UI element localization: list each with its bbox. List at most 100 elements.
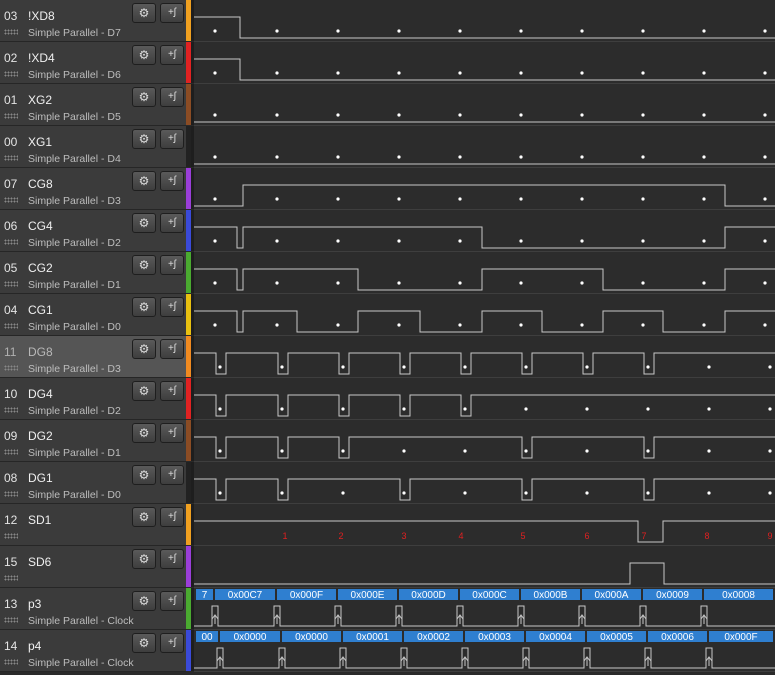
channel-label-panel[interactable]: 09 DG2 Simple Parallel - D1 ⚙ +ʃ [0, 420, 186, 462]
channel-name[interactable]: !XD8 [28, 9, 55, 23]
channel-label-panel[interactable]: 13 p3 Simple Parallel - Clock ⚙ +ʃ [0, 588, 186, 630]
channel-label-panel[interactable]: 14 p4 Simple Parallel - Clock ⚙ +ʃ [0, 630, 186, 672]
drag-handle-icon[interactable] [4, 533, 18, 539]
waveform-track[interactable] [194, 504, 775, 546]
channel-name[interactable]: CG4 [28, 219, 53, 233]
drag-handle-icon[interactable] [4, 323, 18, 329]
waveform-track[interactable] [194, 588, 775, 630]
channel-name[interactable]: XG1 [28, 135, 52, 149]
waveform-track[interactable] [194, 84, 775, 126]
gear-icon[interactable]: ⚙ [132, 381, 156, 401]
channel-name[interactable]: CG8 [28, 177, 53, 191]
channel-label-panel[interactable]: 02 !XD4 Simple Parallel - D6 ⚙ +ʃ [0, 42, 186, 84]
trigger-edge-icon[interactable]: +ʃ [160, 465, 184, 485]
drag-handle-icon[interactable] [4, 407, 18, 413]
gear-icon[interactable]: ⚙ [132, 255, 156, 275]
channel-label-panel[interactable]: 10 DG4 Simple Parallel - D2 ⚙ +ʃ [0, 378, 186, 420]
channel-name[interactable]: !XD4 [28, 51, 55, 65]
channel-label-panel[interactable]: 00 XG1 Simple Parallel - D4 ⚙ +ʃ [0, 126, 186, 168]
channel-name[interactable]: SD6 [28, 555, 51, 569]
channel-label-panel[interactable]: 11 DG8 Simple Parallel - D3 ⚙ +ʃ [0, 336, 186, 378]
gear-icon[interactable]: ⚙ [132, 339, 156, 359]
channel-name[interactable]: SD1 [28, 513, 51, 527]
channel-analyzer-label: Simple Parallel - D3 [28, 195, 121, 207]
channel-label-panel[interactable]: 08 DG1 Simple Parallel - D0 ⚙ +ʃ [0, 462, 186, 504]
trigger-edge-icon[interactable]: +ʃ [160, 549, 184, 569]
trigger-edge-icon[interactable]: +ʃ [160, 213, 184, 233]
channel-label-panel[interactable]: 07 CG8 Simple Parallel - D3 ⚙ +ʃ [0, 168, 186, 210]
drag-handle-icon[interactable] [4, 239, 18, 245]
trigger-edge-icon[interactable]: +ʃ [160, 129, 184, 149]
waveform-track[interactable] [194, 462, 775, 504]
trigger-edge-icon[interactable]: +ʃ [160, 171, 184, 191]
drag-handle-icon[interactable] [4, 575, 18, 581]
channel-label-panel[interactable]: 06 CG4 Simple Parallel - D2 ⚙ +ʃ [0, 210, 186, 252]
drag-handle-icon[interactable] [4, 659, 18, 665]
gear-icon[interactable]: ⚙ [132, 297, 156, 317]
waveform-track[interactable] [194, 168, 775, 210]
channel-name[interactable]: CG2 [28, 261, 53, 275]
waveform-track[interactable] [194, 42, 775, 84]
trigger-edge-icon[interactable]: +ʃ [160, 633, 184, 653]
drag-handle-icon[interactable] [4, 617, 18, 623]
channel-name[interactable]: CG1 [28, 303, 53, 317]
trigger-edge-icon[interactable]: +ʃ [160, 87, 184, 107]
gear-icon[interactable]: ⚙ [132, 129, 156, 149]
waveform-track[interactable] [194, 210, 775, 252]
gear-icon[interactable]: ⚙ [132, 213, 156, 233]
waveform-track[interactable] [194, 336, 775, 378]
channel-name[interactable]: DG2 [28, 429, 53, 443]
trigger-edge-icon[interactable]: +ʃ [160, 45, 184, 65]
channel-name[interactable]: p4 [28, 639, 41, 653]
channel-name[interactable]: p3 [28, 597, 41, 611]
channel-name[interactable]: DG8 [28, 345, 53, 359]
waveform-track[interactable] [194, 294, 775, 336]
gear-icon[interactable]: ⚙ [132, 171, 156, 191]
channel-analyzer-label: Simple Parallel - D4 [28, 153, 121, 165]
channel-name[interactable]: XG2 [28, 93, 52, 107]
gear-icon[interactable]: ⚙ [132, 507, 156, 527]
waveform-track[interactable] [194, 546, 775, 588]
trigger-edge-icon[interactable]: +ʃ [160, 381, 184, 401]
trigger-edge-icon[interactable]: +ʃ [160, 339, 184, 359]
channel-row: 09 DG2 Simple Parallel - D1 ⚙ +ʃ [0, 420, 775, 462]
trigger-edge-icon[interactable]: +ʃ [160, 297, 184, 317]
channel-name[interactable]: DG1 [28, 471, 53, 485]
trigger-edge-icon[interactable]: +ʃ [160, 507, 184, 527]
trigger-edge-icon[interactable]: +ʃ [160, 3, 184, 23]
drag-handle-icon[interactable] [4, 449, 18, 455]
gear-icon[interactable]: ⚙ [132, 423, 156, 443]
waveform-track[interactable] [194, 0, 775, 42]
waveform-track[interactable] [194, 378, 775, 420]
drag-handle-icon[interactable] [4, 29, 18, 35]
channel-label-panel[interactable]: 12 SD1 ⚙ +ʃ [0, 504, 186, 546]
gear-icon[interactable]: ⚙ [132, 3, 156, 23]
channel-analyzer-label: Simple Parallel - D0 [28, 321, 121, 333]
trigger-edge-icon[interactable]: +ʃ [160, 255, 184, 275]
channel-label-panel[interactable]: 01 XG2 Simple Parallel - D5 ⚙ +ʃ [0, 84, 186, 126]
channel-name[interactable]: DG4 [28, 387, 53, 401]
channel-label-panel[interactable]: 03 !XD8 Simple Parallel - D7 ⚙ +ʃ [0, 0, 186, 42]
trigger-edge-icon[interactable]: +ʃ [160, 423, 184, 443]
waveform-track[interactable] [194, 252, 775, 294]
drag-handle-icon[interactable] [4, 71, 18, 77]
waveform-track[interactable] [194, 420, 775, 462]
channel-label-panel[interactable]: 15 SD6 ⚙ +ʃ [0, 546, 186, 588]
gear-icon[interactable]: ⚙ [132, 465, 156, 485]
gear-icon[interactable]: ⚙ [132, 45, 156, 65]
gear-icon[interactable]: ⚙ [132, 591, 156, 611]
gear-icon[interactable]: ⚙ [132, 633, 156, 653]
waveform-track[interactable] [194, 630, 775, 672]
drag-handle-icon[interactable] [4, 281, 18, 287]
drag-handle-icon[interactable] [4, 365, 18, 371]
drag-handle-icon[interactable] [4, 197, 18, 203]
drag-handle-icon[interactable] [4, 155, 18, 161]
waveform-track[interactable] [194, 126, 775, 168]
gear-icon[interactable]: ⚙ [132, 549, 156, 569]
channel-label-panel[interactable]: 05 CG2 Simple Parallel - D1 ⚙ +ʃ [0, 252, 186, 294]
drag-handle-icon[interactable] [4, 491, 18, 497]
trigger-edge-icon[interactable]: +ʃ [160, 591, 184, 611]
gear-icon[interactable]: ⚙ [132, 87, 156, 107]
channel-label-panel[interactable]: 04 CG1 Simple Parallel - D0 ⚙ +ʃ [0, 294, 186, 336]
drag-handle-icon[interactable] [4, 113, 18, 119]
